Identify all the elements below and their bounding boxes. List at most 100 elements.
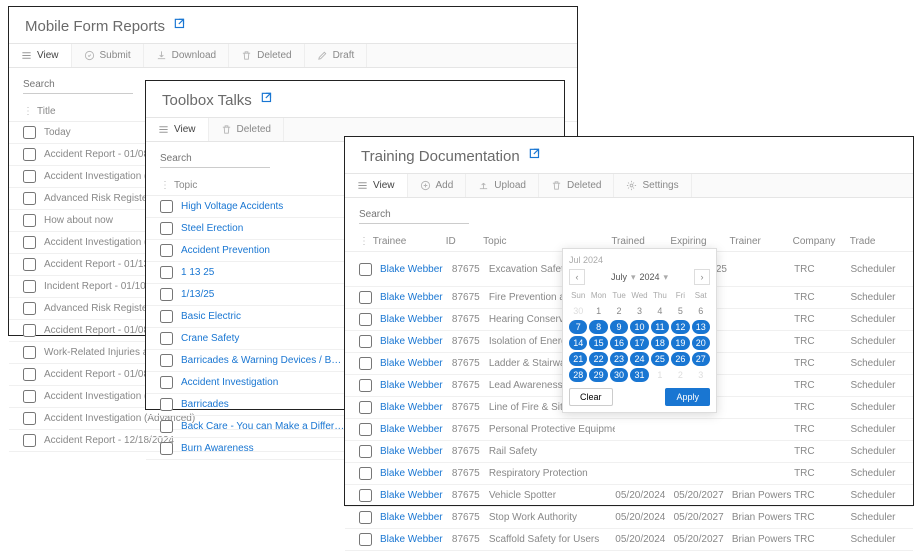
row-checkbox[interactable]	[359, 533, 372, 546]
row-checkbox[interactable]	[160, 376, 173, 389]
table-row[interactable]: Blake Webber87675Personal Protective Equ…	[345, 419, 913, 441]
dp-prev[interactable]: ‹	[569, 269, 585, 285]
dp-day-other[interactable]: 30	[569, 304, 587, 318]
tab-deleted[interactable]: Deleted	[209, 118, 284, 141]
dp-apply-button[interactable]: Apply	[665, 388, 710, 406]
row-checkbox[interactable]	[160, 266, 173, 279]
row-checkbox[interactable]	[160, 310, 173, 323]
row-checkbox[interactable]	[359, 379, 372, 392]
cell-trainee[interactable]: Blake Webber	[380, 380, 452, 391]
tab-settings[interactable]: Settings	[614, 174, 691, 197]
dp-day[interactable]: 24	[630, 352, 648, 366]
dp-day[interactable]: 5	[671, 304, 689, 318]
dp-day[interactable]: 21	[569, 352, 587, 366]
col-title[interactable]: Title	[37, 106, 56, 117]
popout-icon[interactable]	[260, 91, 274, 109]
row-checkbox[interactable]	[23, 434, 36, 447]
dp-day[interactable]: 22	[589, 352, 607, 366]
tab-upload[interactable]: Upload	[466, 174, 539, 197]
row-checkbox[interactable]	[23, 412, 36, 425]
tab-view[interactable]: View	[9, 44, 72, 67]
row-checkbox[interactable]	[23, 170, 36, 183]
cell-trainee[interactable]: Blake Webber	[380, 446, 452, 457]
tab-view[interactable]: View	[146, 118, 209, 141]
tab-download[interactable]: Download	[144, 44, 229, 67]
dp-day[interactable]: 17	[630, 336, 648, 350]
col-trade[interactable]: Trade	[850, 236, 899, 247]
dp-day[interactable]: 13	[692, 320, 710, 334]
dp-day-other[interactable]: 2	[671, 368, 689, 382]
dp-day[interactable]: 23	[610, 352, 628, 366]
row-checkbox[interactable]	[359, 511, 372, 524]
row-checkbox[interactable]	[359, 335, 372, 348]
row-checkbox[interactable]	[359, 445, 372, 458]
dp-day-other[interactable]: 3	[692, 368, 710, 382]
row-topic[interactable]: 1/13/25	[181, 289, 351, 300]
dp-day[interactable]: 6	[692, 304, 710, 318]
dp-day[interactable]: 2	[610, 304, 628, 318]
row-checkbox[interactable]	[160, 332, 173, 345]
dp-day[interactable]: 14	[569, 336, 587, 350]
popout-icon[interactable]	[528, 147, 542, 165]
row-checkbox[interactable]	[23, 192, 36, 205]
row-checkbox[interactable]	[359, 489, 372, 502]
dp-day[interactable]: 18	[651, 336, 669, 350]
dp-clear-button[interactable]: Clear	[569, 388, 613, 406]
cell-trainee[interactable]: Blake Webber	[380, 314, 452, 325]
col-company[interactable]: Company	[793, 236, 850, 247]
dp-year[interactable]: 2024	[639, 272, 659, 282]
cell-trainee[interactable]: Blake Webber	[380, 264, 452, 275]
row-topic[interactable]: Steel Erection	[181, 223, 351, 234]
row-checkbox[interactable]	[359, 291, 372, 304]
row-checkbox[interactable]	[160, 442, 173, 455]
cell-trainee[interactable]: Blake Webber	[380, 490, 452, 501]
dp-day[interactable]: 1	[589, 304, 607, 318]
row-topic[interactable]: Accident Prevention	[181, 245, 351, 256]
row-checkbox[interactable]	[160, 398, 173, 411]
row-checkbox[interactable]	[23, 324, 36, 337]
table-row[interactable]: Blake Webber87675Vehicle Spotter05/20/20…	[345, 485, 913, 507]
row-checkbox[interactable]	[23, 258, 36, 271]
row-topic[interactable]: Crane Safety	[181, 333, 351, 344]
row-checkbox[interactable]	[23, 126, 36, 139]
cell-trainee[interactable]: Blake Webber	[380, 358, 452, 369]
row-checkbox[interactable]	[23, 280, 36, 293]
dp-day[interactable]: 11	[651, 320, 669, 334]
row-checkbox[interactable]	[160, 288, 173, 301]
tab-deleted[interactable]: Deleted	[229, 44, 304, 67]
dp-day[interactable]: 12	[671, 320, 689, 334]
row-checkbox[interactable]	[23, 368, 36, 381]
tab-submit[interactable]: Submit	[72, 44, 144, 67]
col-id[interactable]: ID	[446, 236, 483, 247]
dp-day[interactable]: 19	[671, 336, 689, 350]
dp-day[interactable]: 29	[589, 368, 607, 382]
dp-day[interactable]: 9	[610, 320, 628, 334]
table-row[interactable]: Blake Webber87675Scaffold Safety for Use…	[345, 529, 913, 551]
dp-day-other[interactable]: 1	[651, 368, 669, 382]
dp-next[interactable]: ›	[694, 269, 710, 285]
tab-deleted[interactable]: Deleted	[539, 174, 614, 197]
row-checkbox[interactable]	[359, 401, 372, 414]
col-trainer[interactable]: Trainer	[730, 236, 793, 247]
dp-day[interactable]: 27	[692, 352, 710, 366]
col-expiring[interactable]: Expiring	[670, 236, 729, 247]
row-checkbox[interactable]	[23, 236, 36, 249]
row-checkbox[interactable]	[359, 263, 372, 276]
search-input[interactable]	[359, 206, 469, 224]
row-checkbox[interactable]	[23, 214, 36, 227]
search-input[interactable]	[160, 150, 270, 168]
dp-day[interactable]: 25	[651, 352, 669, 366]
row-checkbox[interactable]	[160, 244, 173, 257]
dp-day[interactable]: 31	[630, 368, 648, 382]
tab-add[interactable]: Add	[408, 174, 467, 197]
dp-day[interactable]: 7	[569, 320, 587, 334]
row-checkbox[interactable]	[160, 420, 173, 433]
cell-trainee[interactable]: Blake Webber	[380, 292, 452, 303]
dp-day[interactable]: 30	[610, 368, 628, 382]
col-trained[interactable]: Trained	[611, 236, 670, 247]
row-topic[interactable]: Back Care - You can Make a Difference	[181, 421, 351, 432]
table-row[interactable]: Blake Webber87675Respiratory ProtectionT…	[345, 463, 913, 485]
row-topic[interactable]: Barricades & Warning Devices / Barricada…	[181, 355, 351, 366]
row-checkbox[interactable]	[160, 200, 173, 213]
tab-draft[interactable]: Draft	[305, 44, 368, 67]
